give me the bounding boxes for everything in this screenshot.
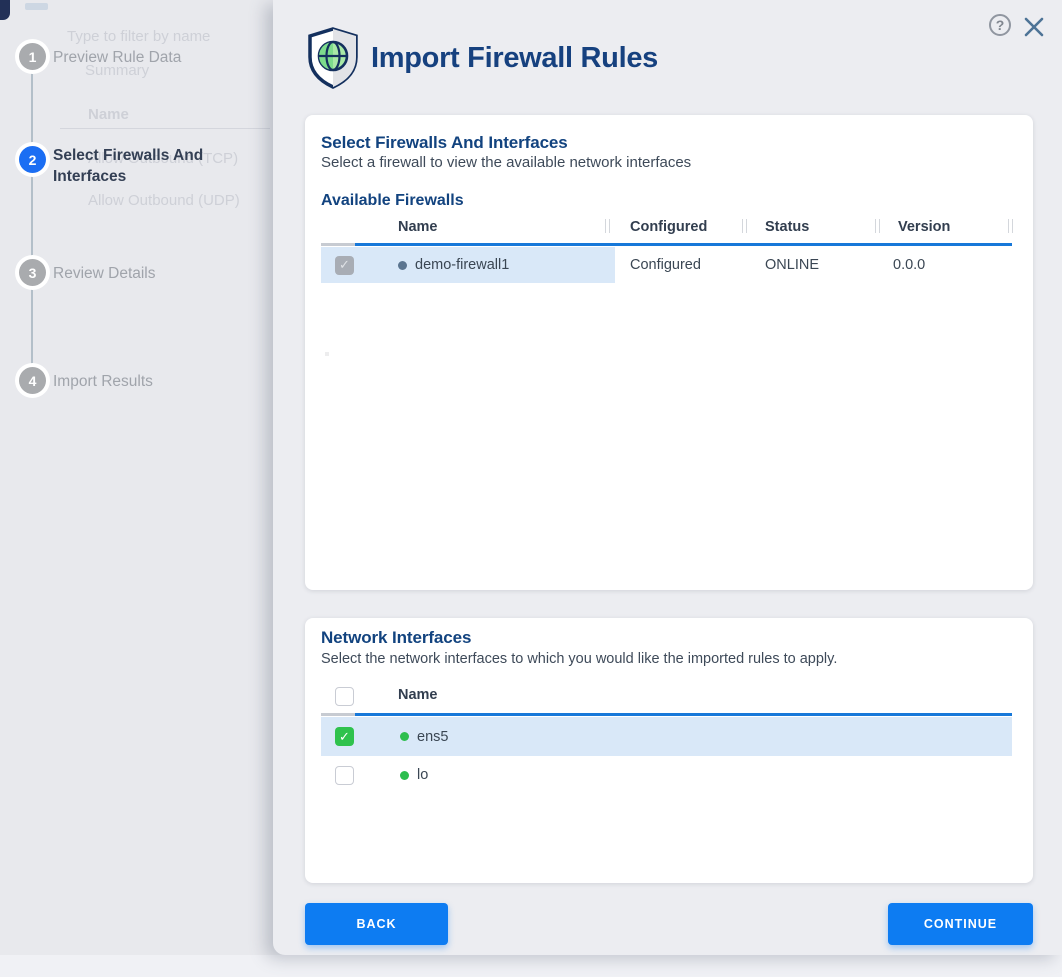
ens5-status-dot <box>400 732 409 741</box>
lo-status-dot <box>400 771 409 780</box>
interface-row-lo[interactable]: lo <box>321 756 1012 794</box>
lo-name: lo <box>417 767 428 783</box>
table-header-rule-blue <box>355 243 1012 246</box>
select-all-cell <box>321 683 368 709</box>
step-2-number: 2 <box>29 152 37 168</box>
firewall-row-status-cell: ONLINE <box>745 247 878 283</box>
interfaces-card-title: Network Interfaces <box>321 628 471 648</box>
table-header-rule-gray <box>321 243 355 246</box>
step-4-label: Import Results <box>53 371 233 392</box>
firewall-version: 0.0.0 <box>893 257 925 273</box>
step-1-circle[interactable]: 1 <box>19 43 46 70</box>
continue-button[interactable]: CONTINUE <box>888 903 1033 945</box>
step-1-number: 1 <box>29 49 37 65</box>
column-resize-handle[interactable] <box>1008 219 1013 233</box>
firewall-row-checkbox-cell: ✓ <box>321 247 368 283</box>
column-resize-handle[interactable] <box>875 219 880 233</box>
column-header-configured[interactable]: Configured <box>630 219 707 235</box>
dialog-header: Import Firewall Rules <box>305 26 658 90</box>
firewall-status: ONLINE <box>765 257 819 273</box>
artifact-dot <box>325 352 329 356</box>
step-2-label: Select Firewalls And Interfaces <box>53 145 218 187</box>
interface-row-ens5[interactable]: ✓ ens5 <box>321 717 1012 756</box>
close-icon[interactable] <box>1022 15 1046 39</box>
firewall-row-name-cell[interactable]: demo-firewall1 <box>368 247 615 283</box>
column-header-status[interactable]: Status <box>765 219 809 235</box>
step-4-number: 4 <box>29 373 37 389</box>
column-resize-handle[interactable] <box>742 219 747 233</box>
firewall-row-configured-cell: Configured <box>615 247 745 283</box>
step-4-circle[interactable]: 4 <box>19 367 46 394</box>
firewalls-card-title: Select Firewalls And Interfaces <box>321 133 568 153</box>
step-1-label: Preview Rule Data <box>53 47 233 68</box>
column-header-version[interactable]: Version <box>898 219 950 235</box>
step-3-number: 3 <box>29 265 37 281</box>
back-button[interactable]: BACK <box>305 903 448 945</box>
shield-globe-icon <box>305 26 361 90</box>
select-firewalls-card: Select Firewalls And Interfaces Select a… <box>305 115 1033 590</box>
step-3-circle[interactable]: 3 <box>19 259 46 286</box>
firewall-status-dot <box>398 261 407 270</box>
firewalls-card-subtitle: Select a firewall to view the available … <box>321 154 691 171</box>
import-firewall-rules-dialog: Import Firewall Rules ? Select Firewalls… <box>273 0 1062 955</box>
select-all-checkbox[interactable] <box>335 687 354 706</box>
firewall-row-version-cell: 0.0.0 <box>878 247 1010 283</box>
step-2-circle[interactable]: 2 <box>19 146 46 173</box>
step-connector-line <box>31 57 33 381</box>
ens5-name: ens5 <box>417 729 448 745</box>
lo-checkbox[interactable] <box>335 766 354 785</box>
firewall-row-checkbox[interactable]: ✓ <box>335 256 354 275</box>
table-header-rule-blue <box>355 713 1012 716</box>
ens5-checkbox[interactable]: ✓ <box>335 727 354 746</box>
firewall-configured: Configured <box>630 257 701 273</box>
step-3-label: Review Details <box>53 263 233 284</box>
dialog-title: Import Firewall Rules <box>371 42 658 75</box>
background-bottom-strip <box>0 955 1062 977</box>
table-header-rule-gray <box>321 713 355 716</box>
interfaces-column-header-name[interactable]: Name <box>398 687 438 703</box>
network-interfaces-card: Network Interfaces Select the network in… <box>305 618 1033 883</box>
firewall-name: demo-firewall1 <box>415 257 509 273</box>
interfaces-card-subtitle: Select the network interfaces to which y… <box>321 651 837 667</box>
column-resize-handle[interactable] <box>605 219 610 233</box>
help-icon-glyph: ? <box>996 17 1005 33</box>
wizard-stepper: 1 Preview Rule Data 2 Select Firewalls A… <box>0 0 273 955</box>
available-firewalls-heading: Available Firewalls <box>321 192 464 210</box>
help-icon[interactable]: ? <box>989 14 1011 36</box>
column-header-name[interactable]: Name <box>398 219 438 235</box>
